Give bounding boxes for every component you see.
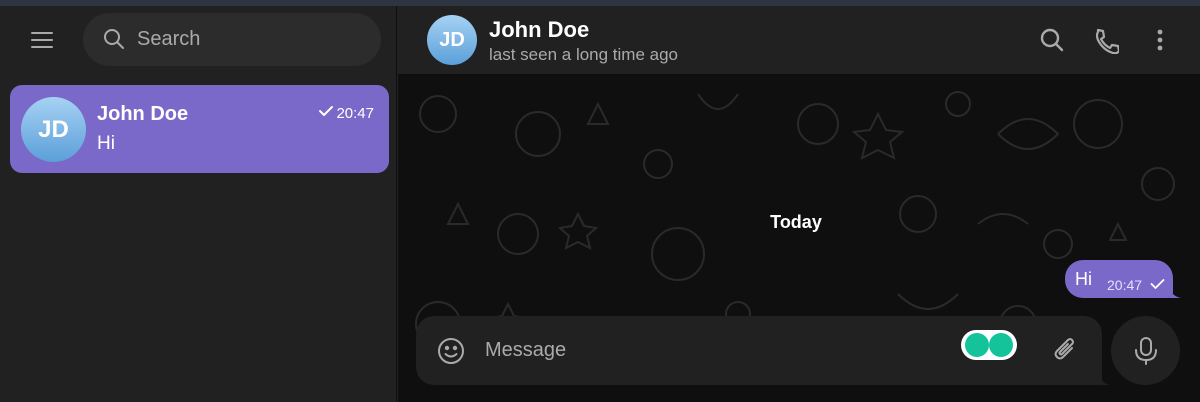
menu-button[interactable] xyxy=(22,24,62,56)
message-input[interactable]: Message xyxy=(485,339,566,362)
menu-icon-line xyxy=(31,39,53,41)
phone-icon[interactable] xyxy=(1091,26,1119,54)
message-bubble-outgoing[interactable]: Hi 20:47 xyxy=(1065,260,1173,298)
chat-list-pane: Search JD John Doe Hi 20:47 xyxy=(0,6,397,402)
composer-tail xyxy=(1098,370,1110,385)
chat-time: 20:47 xyxy=(336,105,374,122)
attach-icon[interactable] xyxy=(1052,336,1080,366)
menu-icon-line xyxy=(31,46,53,48)
search-input[interactable]: Search xyxy=(83,13,381,66)
check-icon xyxy=(319,106,333,116)
search-icon xyxy=(104,29,124,49)
chat-title: John Doe xyxy=(489,17,590,42)
chat-status: last seen a long time ago xyxy=(489,45,679,64)
message-bubble-tail xyxy=(1169,286,1181,298)
date-separator: Today xyxy=(765,207,827,237)
voice-record-button[interactable] xyxy=(1111,316,1180,385)
search-placeholder: Search xyxy=(137,28,201,50)
chat-name: John Doe xyxy=(97,103,189,125)
chat-last-message: Hi xyxy=(97,133,115,154)
chat-header[interactable]: JD John Doe last seen a long time ago xyxy=(398,6,1200,74)
mic-icon xyxy=(1135,337,1157,365)
message-composer[interactable]: Message xyxy=(416,316,1102,385)
chat-list-item[interactable]: JD John Doe Hi 20:47 xyxy=(10,85,389,173)
emoji-icon[interactable] xyxy=(436,336,466,366)
message-text: Hi xyxy=(1075,269,1092,289)
conversation-pane: JD John Doe last seen a long time ago To… xyxy=(398,6,1200,402)
browser-extension-badge[interactable] xyxy=(961,330,1017,360)
avatar: JD xyxy=(21,97,86,162)
more-vertical-icon[interactable] xyxy=(1146,26,1174,54)
extension-bulb-icon xyxy=(965,333,989,357)
check-icon xyxy=(1150,279,1165,289)
search-icon[interactable] xyxy=(1038,26,1066,54)
avatar: JD xyxy=(427,15,477,65)
message-time: 20:47 xyxy=(1107,277,1143,293)
grammarly-icon xyxy=(989,333,1013,357)
menu-icon-line xyxy=(31,32,53,34)
